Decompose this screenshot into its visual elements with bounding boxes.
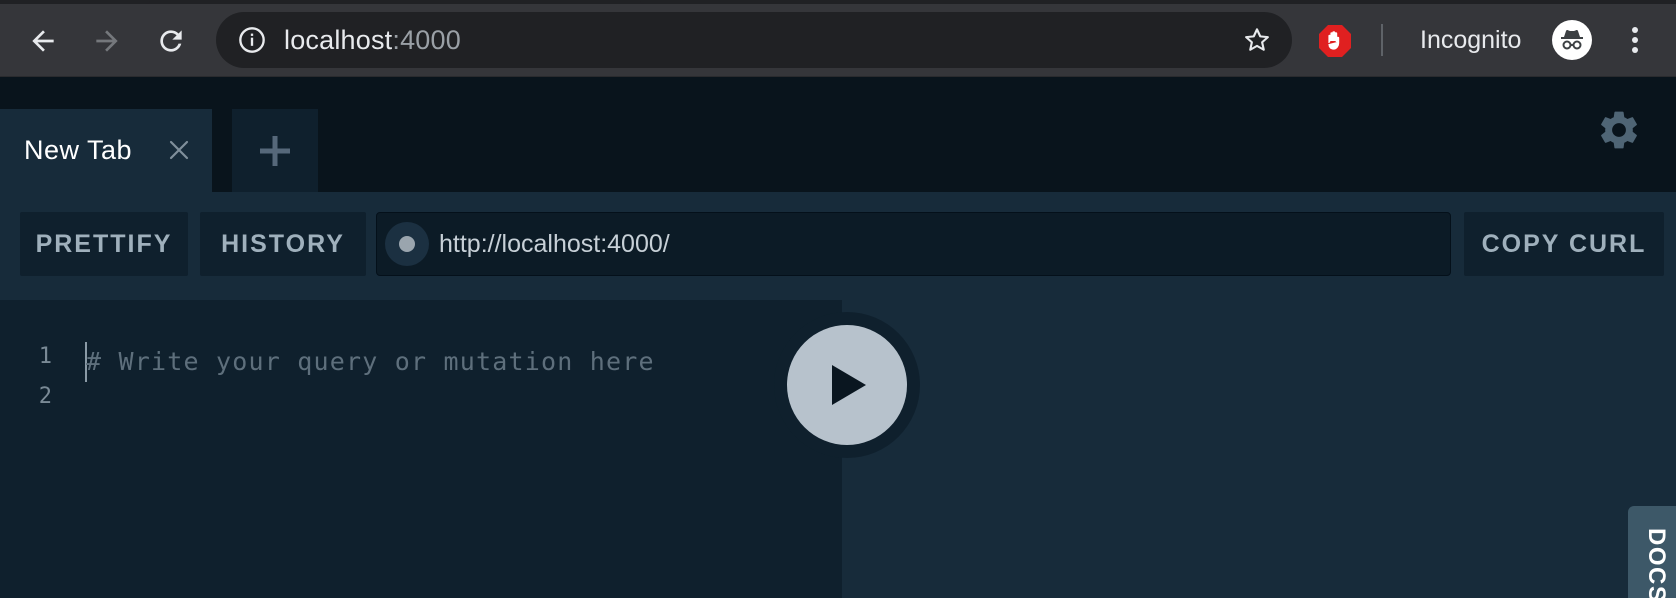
line-number: 2: [38, 384, 52, 409]
address-url[interactable]: localhost:4000: [284, 12, 461, 68]
endpoint-url-text: http://localhost:4000/: [439, 230, 670, 258]
history-button[interactable]: HISTORY: [200, 212, 366, 276]
reload-button[interactable]: [150, 20, 192, 62]
line-number: 1: [38, 344, 52, 369]
tab-strip-left: [0, 0, 150, 4]
result-pane: [842, 300, 1676, 598]
reload-icon: [160, 30, 182, 52]
address-bar[interactable]: localhost:4000: [216, 12, 1292, 68]
playground-tab-bar: New Tab: [0, 77, 1676, 192]
endpoint-url-input[interactable]: http://localhost:4000/: [376, 212, 1451, 276]
incognito-icon[interactable]: [1552, 20, 1592, 60]
screen: localhost:4000 Incognito New Tab PRETTIF…: [0, 0, 1676, 598]
copy-curl-button[interactable]: COPY CURL: [1464, 212, 1664, 276]
gear-icon[interactable]: [1596, 107, 1642, 153]
tab-new-tab[interactable]: New Tab: [0, 109, 212, 192]
run-query-button[interactable]: [787, 325, 907, 445]
arrow-right-icon: [96, 30, 118, 52]
query-editor[interactable]: 1 2 # Write your query or mutation here: [0, 300, 842, 598]
tab-strip-edge: [0, 0, 1676, 4]
toolbar-separator: [1381, 24, 1383, 56]
kebab-menu-icon[interactable]: [1620, 22, 1650, 58]
docs-label: DOCS: [1643, 528, 1670, 598]
plus-icon: [260, 135, 290, 166]
add-tab-button[interactable]: [232, 109, 318, 192]
browser-toolbar: localhost:4000 Incognito: [0, 0, 1676, 77]
tab-label: New Tab: [24, 135, 133, 165]
status-dot: [399, 236, 415, 252]
playground-toolbar: PRETTIFY HISTORY http://localhost:4000/ …: [0, 192, 1676, 300]
adblock-stop-icon[interactable]: [1318, 24, 1352, 58]
url-host: localhost: [284, 25, 393, 55]
info-icon[interactable]: [238, 26, 266, 54]
connection-status-indicator: [385, 222, 429, 266]
arrow-left-icon: [32, 30, 54, 52]
url-port: :4000: [392, 25, 461, 55]
play-icon: [832, 365, 866, 405]
run-button-ring: [774, 312, 920, 458]
back-button[interactable]: [22, 20, 64, 62]
close-icon[interactable]: [166, 137, 192, 163]
incognito-label[interactable]: Incognito: [1420, 20, 1521, 60]
forward-button[interactable]: [86, 20, 128, 62]
editor-placeholder: # Write your query or mutation here: [86, 347, 655, 376]
prettify-button[interactable]: PRETTIFY: [20, 212, 188, 276]
tab-strip-right: [640, 0, 1676, 4]
docs-tab[interactable]: DOCS: [1628, 506, 1676, 598]
star-icon[interactable]: [1242, 25, 1272, 55]
